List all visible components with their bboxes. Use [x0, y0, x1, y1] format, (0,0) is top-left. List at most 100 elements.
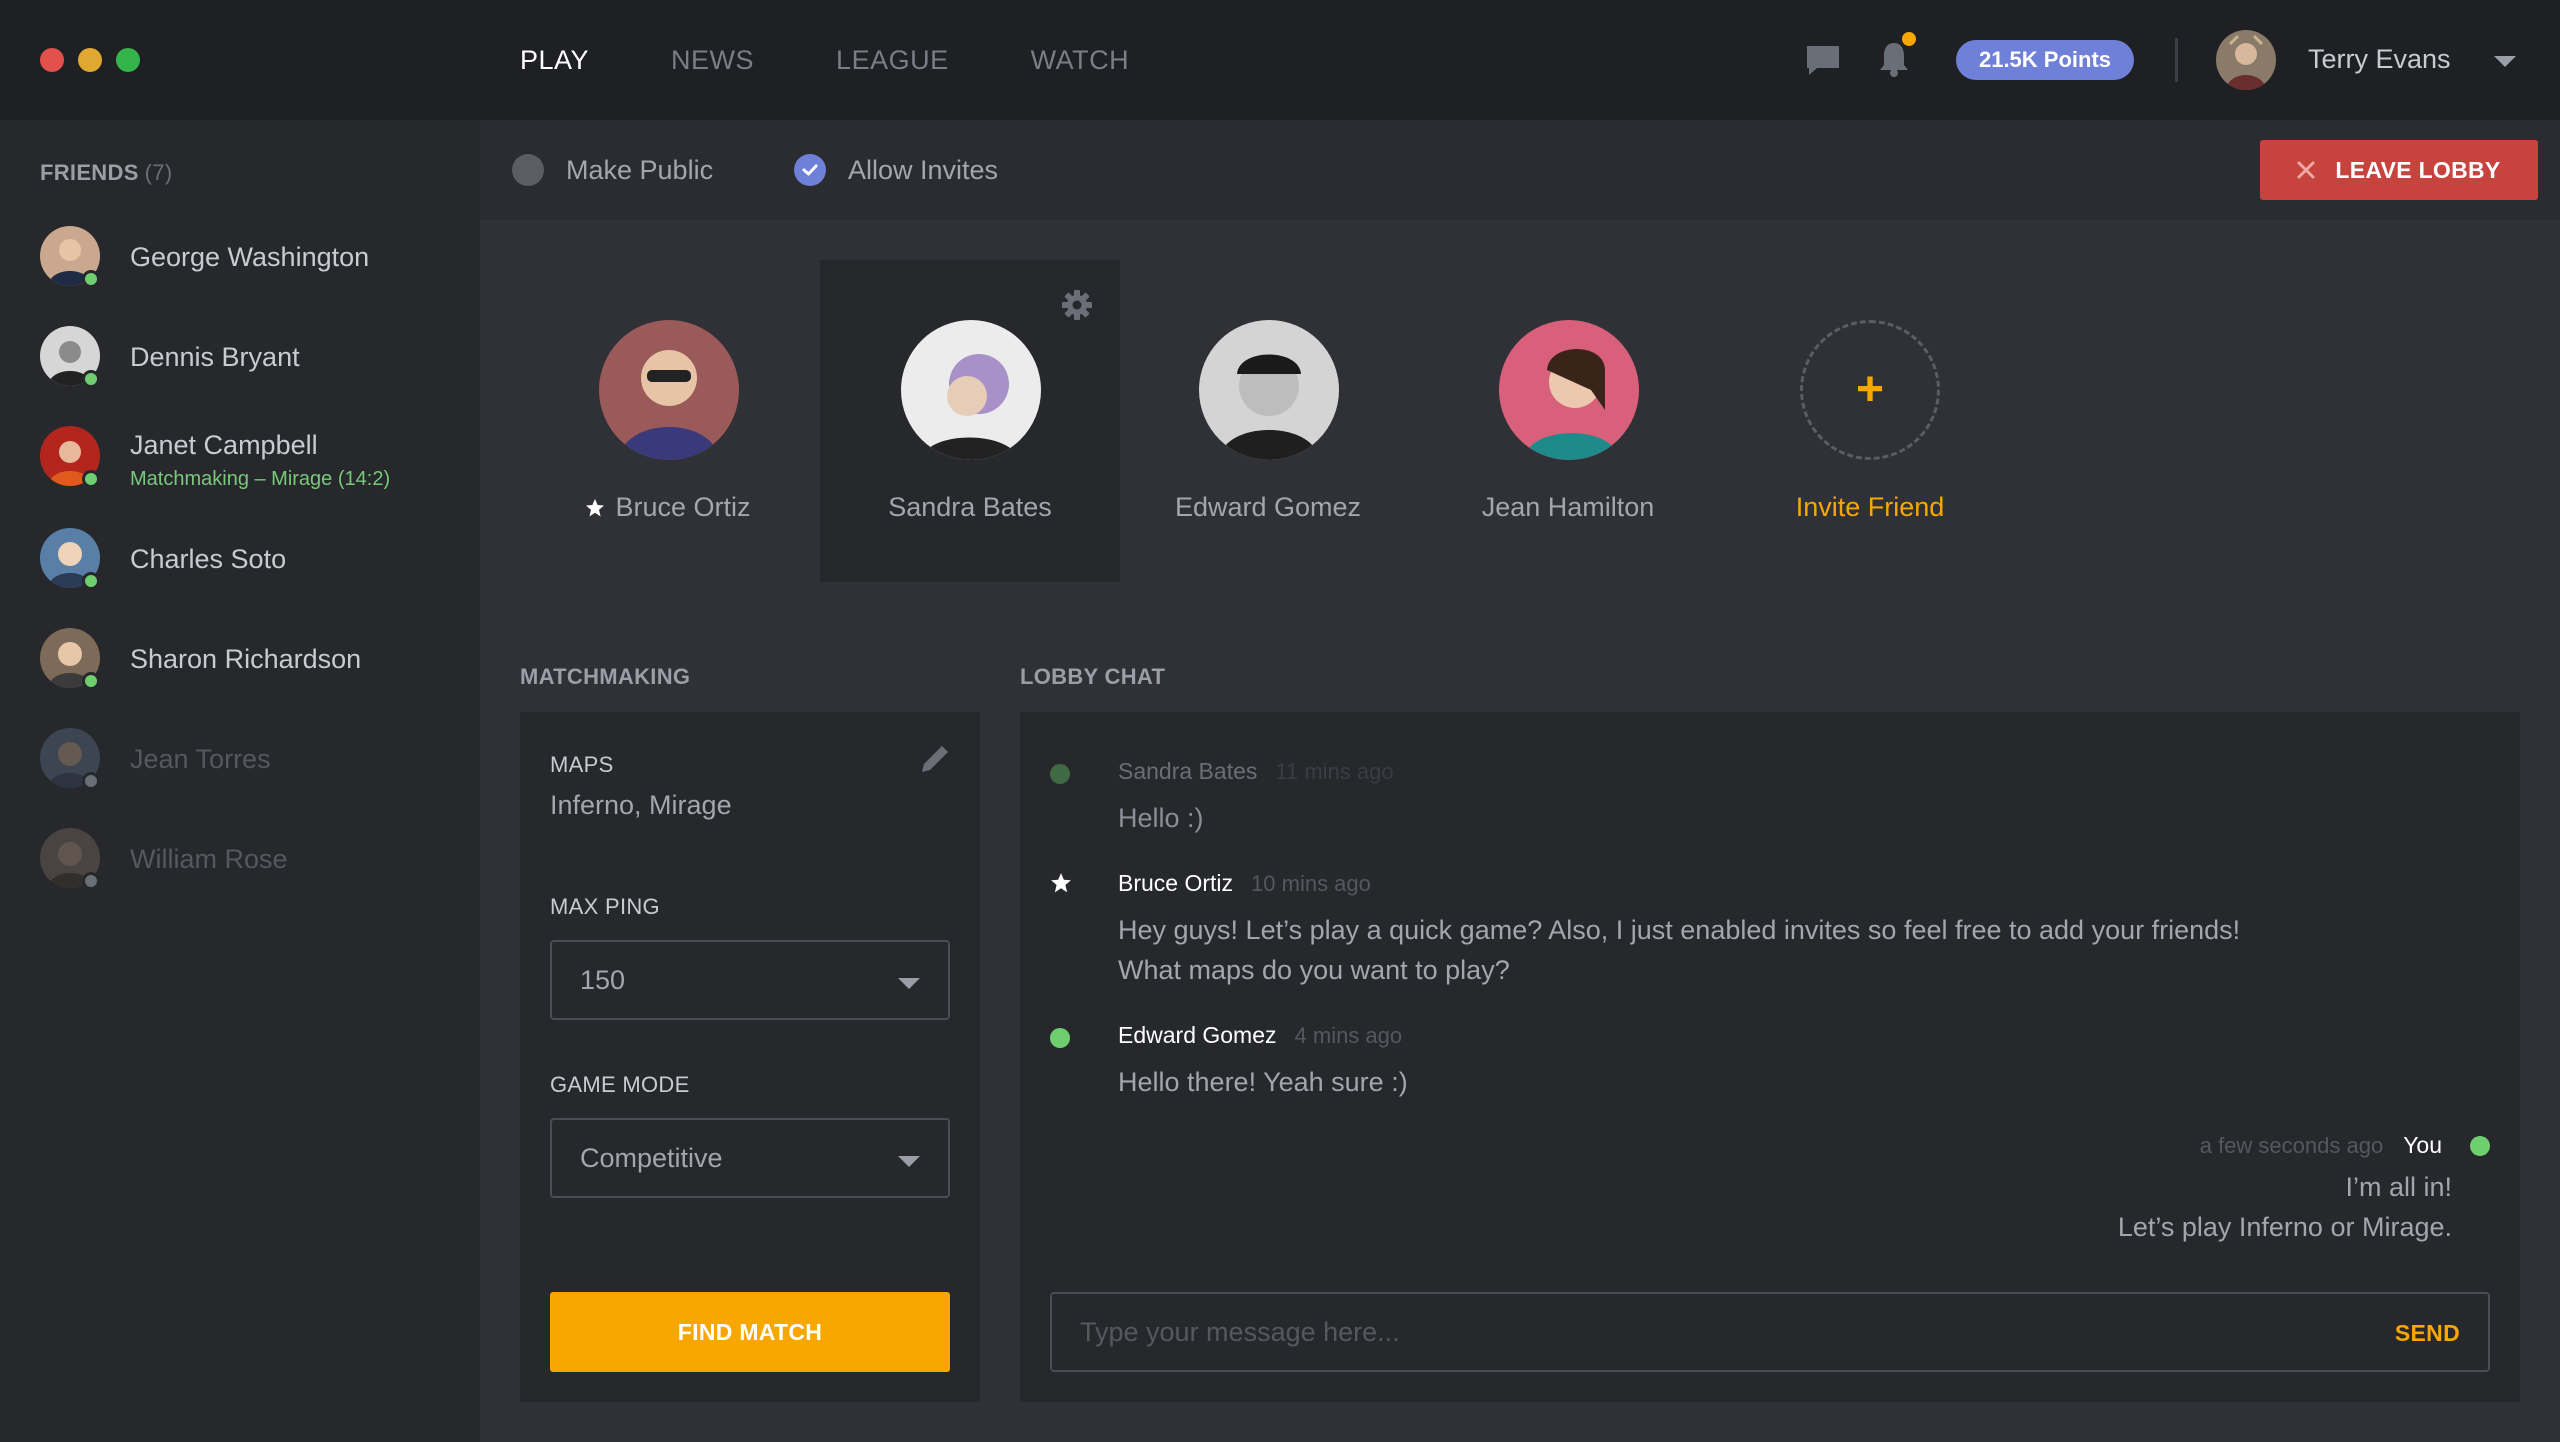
nav-league[interactable]: LEAGUE	[836, 45, 949, 76]
friend-item[interactable]: William Rose	[40, 828, 460, 892]
notification-dot	[1902, 32, 1916, 46]
message-time: 10 mins ago	[1251, 871, 1371, 896]
user-avatar[interactable]	[2216, 30, 2276, 90]
window-controls	[40, 48, 140, 72]
invite-ring: +	[1800, 320, 1940, 460]
points-badge[interactable]: 21.5K Points	[1956, 40, 2134, 80]
make-public-label: Make Public	[566, 154, 714, 185]
friend-name: George Washington	[130, 242, 370, 272]
lobby-chat-title: LOBBY CHAT	[1020, 664, 1166, 689]
friend-item[interactable]: Charles Soto	[40, 528, 460, 592]
message-text: I’m all in!	[2345, 1172, 2452, 1202]
minimize-window-button[interactable]	[78, 48, 102, 72]
friend-name: Jean Torres	[130, 744, 271, 774]
friend-item[interactable]: Janet Campbell Matchmaking – Mirage (14:…	[40, 426, 460, 506]
own-chat-message: a few seconds ago You I’m all in! Let’s …	[2118, 1132, 2490, 1247]
allow-invites-label: Allow Invites	[848, 154, 999, 185]
chevron-down-icon	[898, 1156, 920, 1167]
maps-label: MAPS	[550, 752, 614, 777]
game-mode-select[interactable]: Competitive	[550, 1118, 950, 1198]
main-nav: PLAY NEWS LEAGUE WATCH	[520, 0, 1211, 120]
status-online-dot	[82, 672, 100, 690]
friend-name: Dennis Bryant	[130, 342, 300, 372]
send-button[interactable]: SEND	[2395, 1320, 2460, 1347]
header-divider	[2175, 38, 2178, 82]
lobby-member[interactable]: Edward Gomez	[1118, 260, 1418, 582]
status-offline-dot	[82, 872, 100, 890]
avatar	[901, 320, 1041, 460]
lobby-options-bar: Make Public Allow Invites LEAVE LOBBY	[480, 120, 2560, 220]
message-author: You	[2403, 1132, 2442, 1158]
friends-header: FRIENDS (7)	[40, 160, 172, 186]
avatar	[599, 320, 739, 460]
message-author: Bruce Ortiz	[1118, 870, 1234, 896]
gear-icon[interactable]	[1060, 288, 1094, 322]
status-offline-dot	[82, 772, 100, 790]
friend-name: Sharon Richardson	[130, 644, 362, 674]
lobby-member[interactable]: Jean Hamilton	[1418, 260, 1718, 582]
chat-message-input[interactable]	[1052, 1294, 2352, 1370]
friend-item[interactable]: Sharon Richardson	[40, 628, 460, 692]
message-text: Hello there! Yeah sure :)	[1118, 1067, 1408, 1097]
make-public-radio[interactable]	[512, 154, 544, 186]
maps-value: Inferno, Mirage	[550, 790, 732, 820]
close-window-button[interactable]	[40, 48, 64, 72]
friend-name: Janet Campbell	[130, 430, 318, 460]
chat-bubble-icon[interactable]	[1805, 44, 1841, 76]
pencil-icon[interactable]	[918, 742, 952, 776]
friends-count: (7)	[144, 160, 173, 185]
status-online-dot	[82, 470, 100, 488]
lobby-member-selected[interactable]: Sandra Bates	[820, 260, 1120, 582]
friend-item[interactable]: Dennis Bryant	[40, 326, 460, 390]
lobby-member[interactable]: Bruce Ortiz	[518, 260, 818, 582]
invite-friend-button[interactable]: + Invite Friend	[1770, 260, 1970, 582]
nav-watch[interactable]: WATCH	[1031, 45, 1129, 76]
member-name: Edward Gomez	[1174, 492, 1362, 522]
friend-name: Charles Soto	[130, 544, 287, 574]
member-name: Bruce Ortiz	[615, 492, 751, 522]
lobby-chat-panel: Sandra Bates 11 mins ago Hello :) Bruce O…	[1020, 712, 2520, 1402]
friends-sidebar: FRIENDS (7) George Washington Dennis Brya…	[0, 120, 480, 1442]
member-name: Sandra Bates	[888, 492, 1052, 522]
avatar	[1499, 320, 1639, 460]
find-match-button[interactable]: FIND MATCH	[550, 1292, 950, 1372]
chevron-down-icon	[898, 978, 920, 989]
friend-item[interactable]: Jean Torres	[40, 728, 460, 792]
top-bar: PLAY NEWS LEAGUE WATCH 21.5K Points Terr…	[0, 0, 2560, 120]
game-mode-value: Competitive	[580, 1142, 723, 1173]
matchmaking-title: MATCHMAKING	[520, 664, 691, 689]
chevron-down-icon[interactable]	[2494, 56, 2516, 67]
maximize-window-button[interactable]	[116, 48, 140, 72]
message-time: 11 mins ago	[1275, 759, 1394, 784]
status-dot	[1050, 1028, 1070, 1048]
nav-play[interactable]: PLAY	[520, 45, 589, 76]
make-public-toggle[interactable]: Make Public	[512, 154, 713, 186]
friend-activity: Matchmaking – Mirage (14:2)	[130, 468, 391, 490]
friends-title: FRIENDS	[40, 160, 139, 185]
status-dot	[1050, 764, 1070, 784]
status-online-dot	[82, 270, 100, 288]
nav-news[interactable]: NEWS	[671, 45, 754, 76]
avatar	[1199, 320, 1339, 460]
user-name[interactable]: Terry Evans	[2308, 44, 2451, 75]
message-text: Let’s play Inferno or Mirage.	[2117, 1212, 2452, 1242]
plus-icon: +	[1855, 363, 1885, 416]
message-text: Hello :)	[1118, 803, 1204, 833]
max-ping-label: MAX PING	[550, 894, 660, 919]
status-online-dot	[82, 370, 100, 388]
leave-lobby-button[interactable]: LEAVE LOBBY	[2260, 140, 2538, 200]
message-time: 4 mins ago	[1294, 1023, 1403, 1048]
allow-invites-checkbox[interactable]	[794, 154, 826, 186]
bell-icon[interactable]	[1877, 40, 1911, 78]
max-ping-select[interactable]: 150	[550, 940, 950, 1020]
matchmaking-panel: MAPS Inferno, Mirage MAX PING 150 GAME M…	[520, 712, 980, 1402]
message-text: What maps do you want to play?	[1118, 955, 1510, 985]
leader-star-icon	[1051, 873, 1071, 893]
allow-invites-toggle[interactable]: Allow Invites	[794, 154, 998, 186]
max-ping-value: 150	[580, 964, 626, 995]
status-online-dot	[82, 572, 100, 590]
leave-lobby-label: LEAVE LOBBY	[2335, 156, 2501, 183]
member-name: Jean Hamilton	[1481, 492, 1655, 522]
friend-item[interactable]: George Washington	[40, 226, 460, 290]
message-author: Edward Gomez	[1118, 1022, 1277, 1048]
